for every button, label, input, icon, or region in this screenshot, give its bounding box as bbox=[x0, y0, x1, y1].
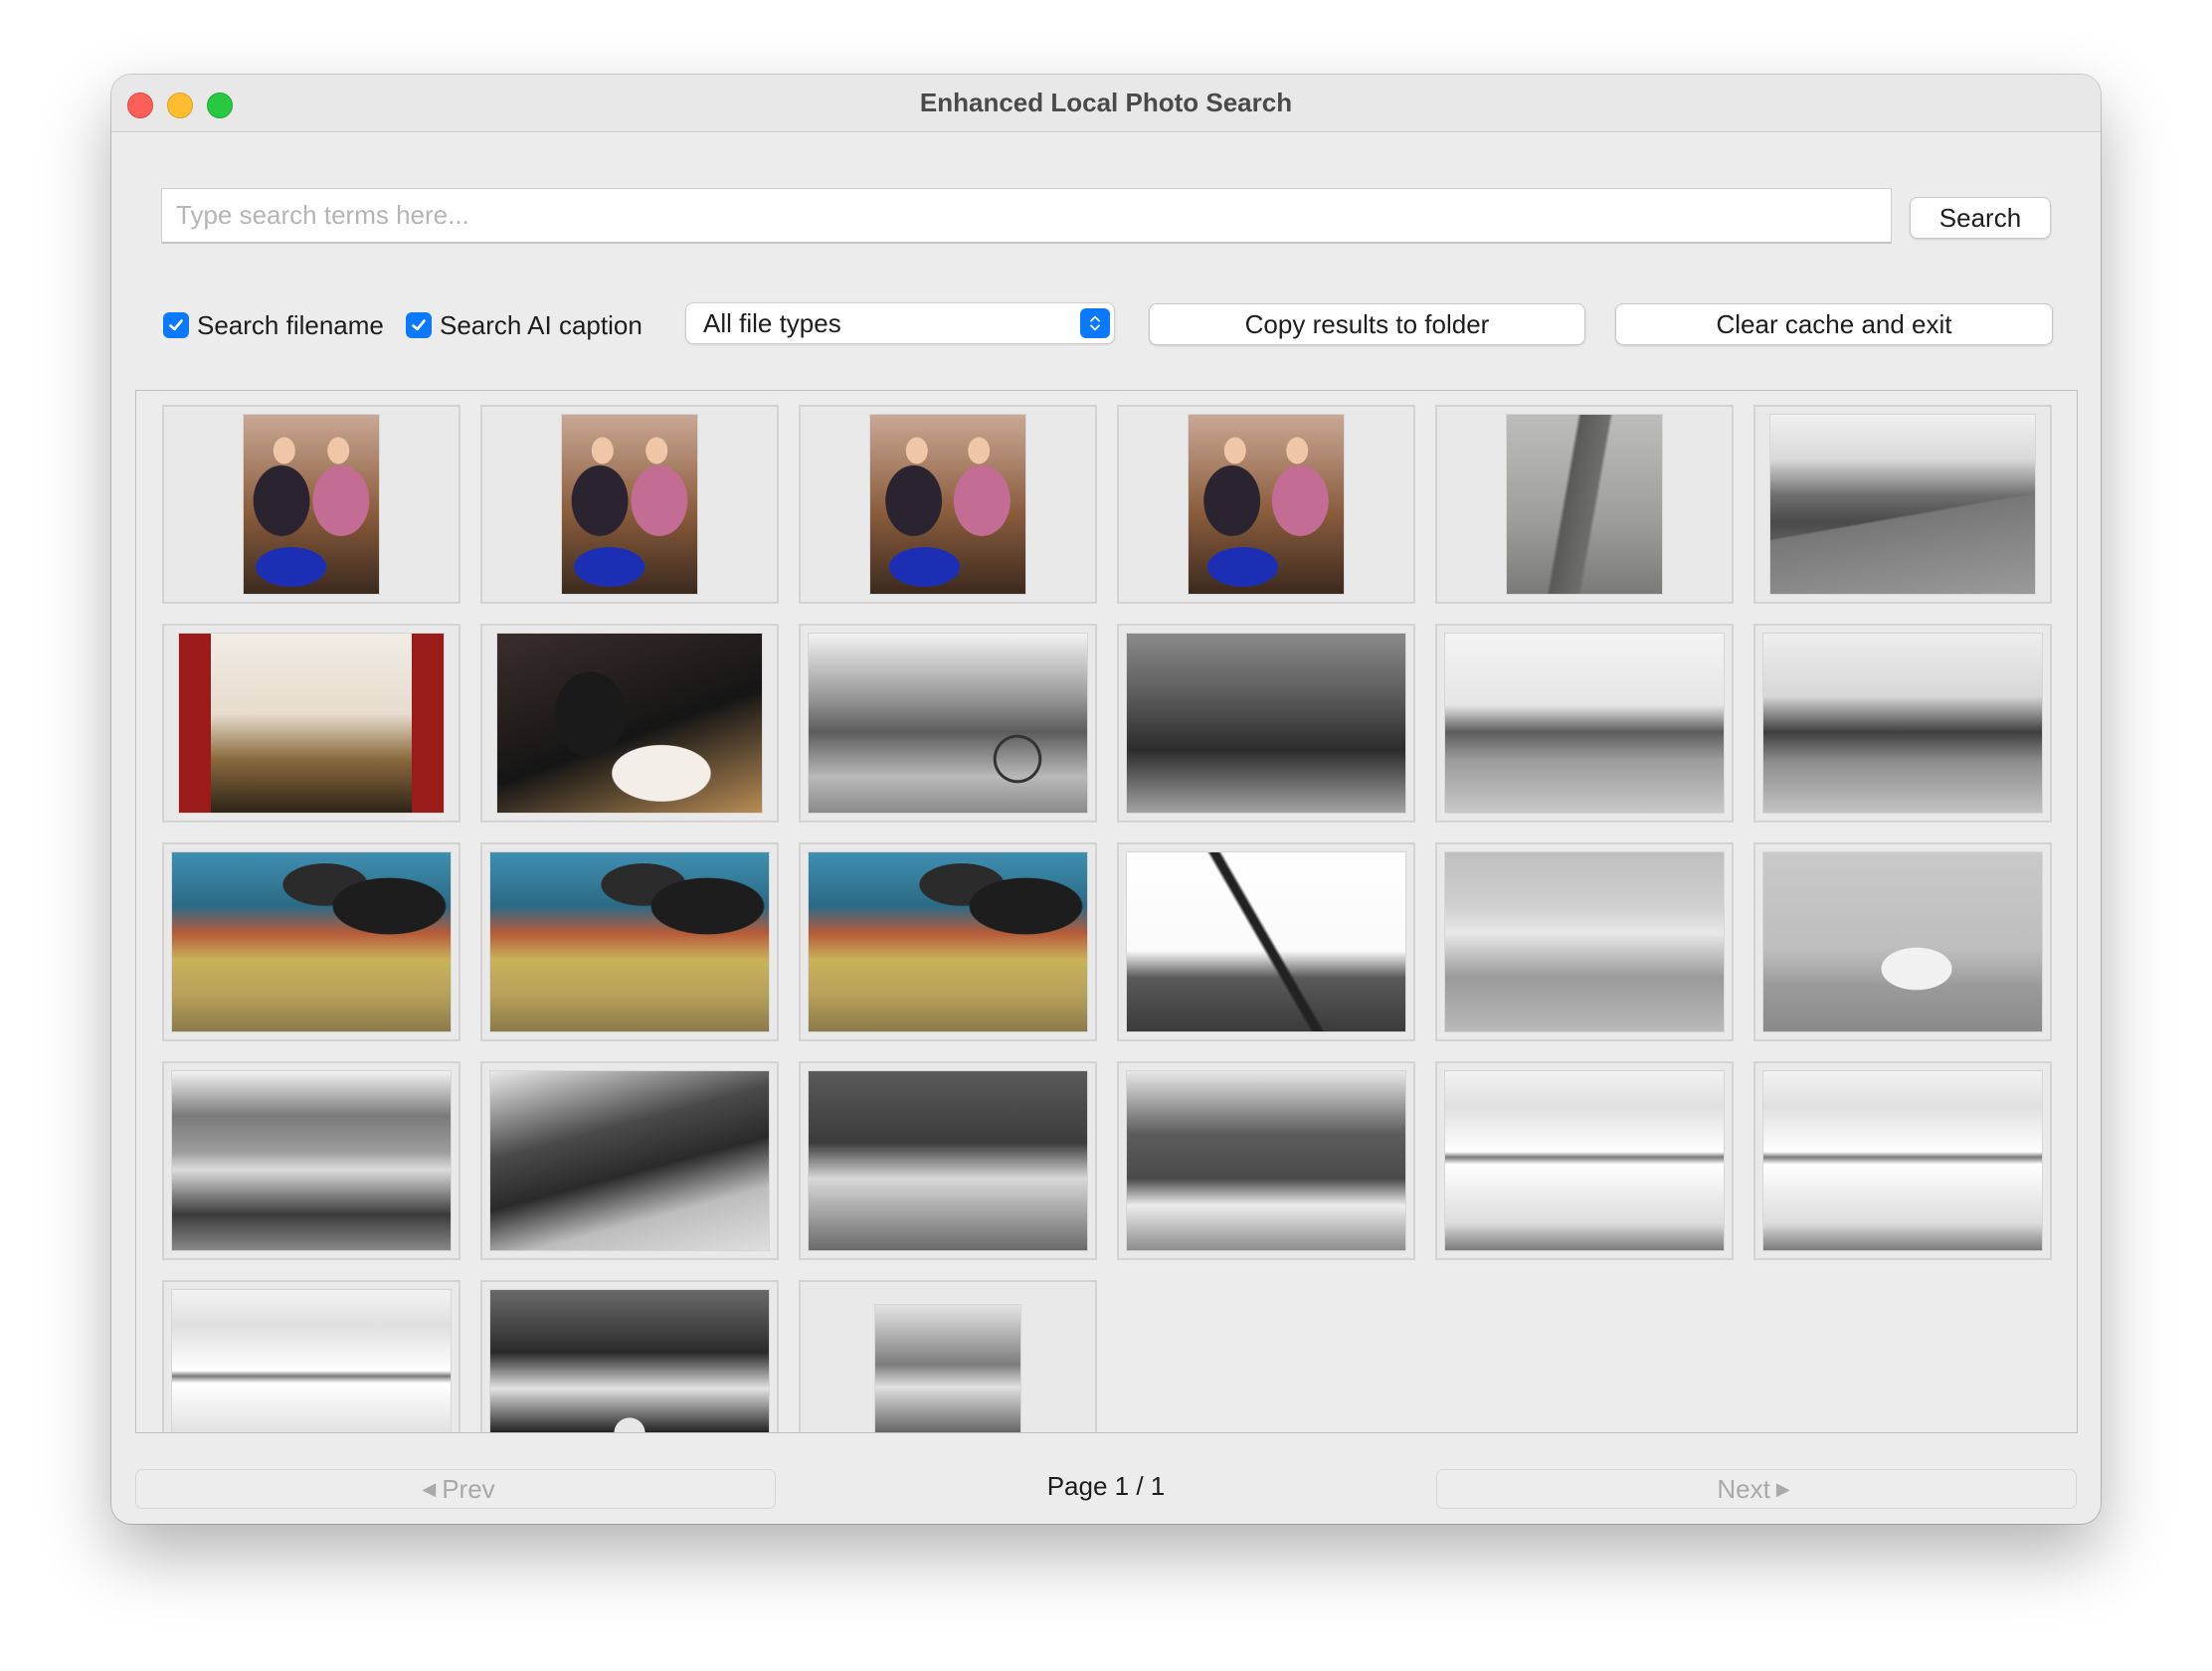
thumbnail[interactable] bbox=[1435, 624, 1734, 823]
updown-chevron-icon[interactable] bbox=[1080, 308, 1110, 338]
photo-image bbox=[490, 1071, 769, 1250]
photo-image bbox=[1445, 634, 1724, 813]
search-ai-caption-label: Search AI caption bbox=[440, 309, 643, 340]
photo-image bbox=[1445, 1071, 1724, 1250]
photo-image bbox=[1445, 852, 1724, 1031]
search-filename-label: Search filename bbox=[197, 309, 384, 340]
photo-image bbox=[875, 1305, 1020, 1432]
photo-image bbox=[1763, 634, 2042, 813]
search-button[interactable]: Search bbox=[1910, 197, 2051, 239]
app-window: Enhanced Local Photo Search Search Searc… bbox=[111, 75, 2101, 1524]
thumbnail[interactable] bbox=[1753, 405, 2052, 604]
thumbnail[interactable] bbox=[480, 624, 779, 823]
photo-image bbox=[490, 1290, 769, 1432]
photo-image bbox=[809, 852, 1087, 1031]
thumbnail[interactable] bbox=[1435, 842, 1734, 1041]
photo-image bbox=[1189, 415, 1344, 594]
photo-image bbox=[1127, 852, 1405, 1031]
title-bar: Enhanced Local Photo Search bbox=[111, 75, 2101, 132]
photo-image bbox=[1127, 1071, 1405, 1250]
clear-cache-exit-button[interactable]: Clear cache and exit bbox=[1615, 303, 2053, 345]
thumbnail[interactable] bbox=[1117, 1061, 1415, 1260]
thumbnail[interactable] bbox=[1753, 842, 2052, 1041]
thumbnail[interactable] bbox=[799, 624, 1097, 823]
thumbnail[interactable] bbox=[799, 842, 1097, 1041]
thumbnail[interactable] bbox=[1753, 624, 2052, 823]
next-label: Next bbox=[1717, 1473, 1770, 1504]
results-scroll-area[interactable] bbox=[135, 390, 2078, 1433]
thumbnail[interactable] bbox=[799, 405, 1097, 604]
photo-image bbox=[497, 634, 762, 813]
photo-image bbox=[562, 415, 697, 594]
thumbnail[interactable] bbox=[162, 1061, 461, 1260]
photo-image bbox=[1127, 634, 1405, 813]
search-filename-checkbox[interactable]: Search filename bbox=[163, 309, 384, 341]
thumbnail[interactable] bbox=[1435, 1061, 1734, 1260]
thumbnail[interactable] bbox=[162, 842, 461, 1041]
checkmark-icon[interactable] bbox=[163, 312, 189, 338]
next-page-button[interactable]: Next ▶ bbox=[1436, 1469, 2077, 1509]
thumbnail[interactable] bbox=[162, 624, 461, 823]
thumbnail[interactable] bbox=[1435, 405, 1734, 604]
thumbnail-grid bbox=[162, 405, 2052, 1432]
photo-image bbox=[809, 634, 1087, 813]
photo-image bbox=[1507, 415, 1662, 594]
photo-image bbox=[490, 852, 769, 1031]
photo-image bbox=[172, 852, 451, 1031]
window-title: Enhanced Local Photo Search bbox=[919, 88, 1293, 117]
photo-image bbox=[172, 1290, 451, 1432]
search-ai-caption-checkbox[interactable]: Search AI caption bbox=[406, 309, 643, 341]
copy-results-button[interactable]: Copy results to folder bbox=[1149, 303, 1585, 345]
thumbnail[interactable] bbox=[1117, 405, 1415, 604]
thumbnail[interactable] bbox=[1117, 624, 1415, 823]
photo-image bbox=[1763, 852, 2042, 1031]
photo-image bbox=[1763, 1071, 2042, 1250]
search-input[interactable] bbox=[161, 188, 1892, 244]
photo-image bbox=[1770, 415, 2035, 594]
thumbnail[interactable] bbox=[799, 1280, 1097, 1432]
thumbnail[interactable] bbox=[480, 1061, 779, 1260]
photo-image bbox=[870, 415, 1025, 594]
thumbnail[interactable] bbox=[1117, 842, 1415, 1041]
thumbnail[interactable] bbox=[480, 1280, 779, 1432]
thumbnail[interactable] bbox=[162, 1280, 461, 1432]
thumbnail[interactable] bbox=[162, 405, 461, 604]
photo-image bbox=[172, 1071, 451, 1250]
right-triangle-icon: ▶ bbox=[1775, 1478, 1790, 1499]
file-type-select[interactable]: All file types bbox=[685, 302, 1115, 344]
thumbnail[interactable] bbox=[480, 842, 779, 1041]
photo-image bbox=[244, 415, 379, 594]
thumbnail[interactable] bbox=[1753, 1061, 2052, 1260]
thumbnail[interactable] bbox=[799, 1061, 1097, 1260]
file-type-value: All file types bbox=[703, 307, 841, 338]
checkmark-icon[interactable] bbox=[406, 312, 432, 338]
photo-image bbox=[179, 634, 444, 813]
thumbnail[interactable] bbox=[480, 405, 779, 604]
photo-image bbox=[809, 1071, 1087, 1250]
